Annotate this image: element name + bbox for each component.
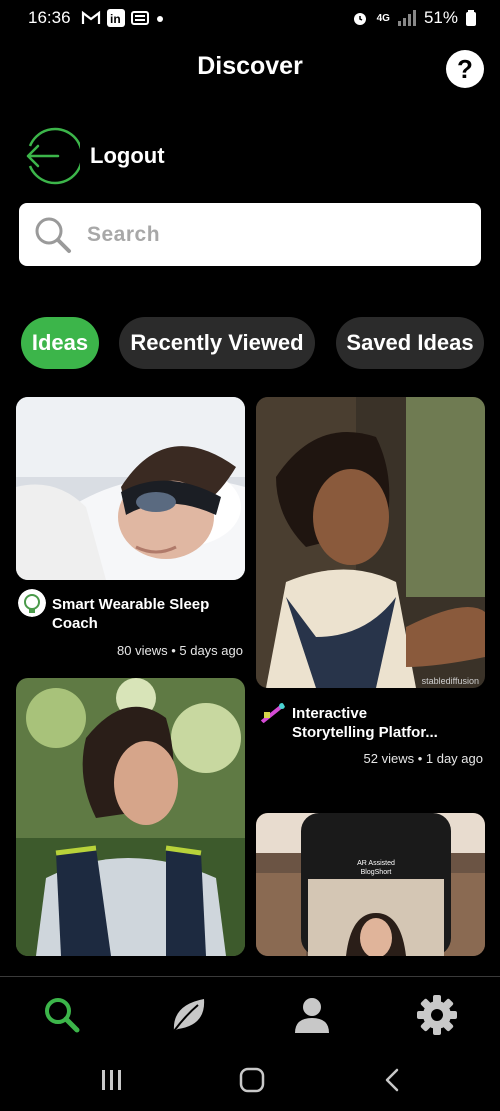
system-recents-button[interactable] bbox=[82, 1060, 142, 1100]
card-image-solar-vest[interactable] bbox=[16, 678, 245, 956]
status-right: 4G 51% bbox=[351, 8, 476, 28]
signal-icon bbox=[397, 10, 416, 26]
phone-screen-title: AR Assisted bbox=[357, 860, 395, 867]
status-time: 16:36 bbox=[28, 8, 71, 27]
leaf-icon bbox=[173, 999, 205, 1032]
card-title-line: Storytelling Platfor... bbox=[292, 724, 438, 741]
network-type: 4G bbox=[376, 12, 390, 24]
logout-button[interactable]: Logout bbox=[20, 126, 165, 186]
card-title-line: Smart Wearable Sleep bbox=[52, 596, 210, 613]
gmail-icon bbox=[81, 10, 101, 24]
card-image-storytelling[interactable]: stablediffusion bbox=[256, 397, 485, 688]
back-icon bbox=[385, 1068, 399, 1092]
search-icon bbox=[45, 998, 80, 1033]
avatar bbox=[18, 589, 46, 617]
alarm-icon bbox=[353, 13, 366, 25]
card-image-sleep-coach[interactable] bbox=[16, 397, 245, 580]
tab-ideas[interactable]: Ideas bbox=[21, 317, 99, 369]
card-stats: 80 views • 5 days ago bbox=[117, 643, 243, 658]
card-stats: 52 views • 1 day ago bbox=[363, 751, 483, 766]
search-input[interactable]: Search bbox=[19, 203, 481, 266]
help-button[interactable]: ? bbox=[446, 50, 484, 88]
system-back-button[interactable] bbox=[362, 1060, 422, 1100]
logout-icon bbox=[26, 127, 80, 185]
status-bar: 16:36 in 4G 51% bbox=[0, 0, 500, 36]
nav-search[interactable] bbox=[32, 990, 92, 1040]
bottom-nav-divider bbox=[0, 976, 500, 977]
search-placeholder: Search bbox=[87, 222, 161, 246]
svg-text:in: in bbox=[110, 12, 121, 26]
search-icon bbox=[35, 217, 71, 253]
tab-saved-ideas[interactable]: Saved Ideas bbox=[336, 317, 484, 369]
card-image-ar-phone[interactable]: AR Assisted BlogShort bbox=[256, 813, 485, 956]
notification-icons: in bbox=[81, 9, 165, 27]
tab-recently-viewed[interactable]: Recently Viewed bbox=[119, 317, 315, 369]
dot-icon bbox=[157, 16, 163, 22]
nav-settings[interactable] bbox=[407, 990, 467, 1040]
page-title: Discover bbox=[197, 52, 303, 80]
phone-screen-subtitle: BlogShort bbox=[361, 869, 392, 876]
mail-icon bbox=[131, 11, 149, 25]
card-title[interactable]: Smart Wearable Sleep Coach bbox=[52, 595, 242, 633]
recents-icon bbox=[102, 1070, 121, 1090]
avatar bbox=[258, 698, 286, 726]
linkedin-icon: in bbox=[107, 9, 125, 27]
battery-percent: 51% bbox=[423, 8, 458, 27]
nav-profile[interactable] bbox=[282, 990, 342, 1040]
logout-label: Logout bbox=[90, 143, 165, 168]
system-home-button[interactable] bbox=[222, 1060, 282, 1100]
gear-icon bbox=[417, 995, 457, 1035]
card-title[interactable]: Interactive Storytelling Platfor... bbox=[292, 704, 482, 742]
person-icon bbox=[295, 998, 329, 1033]
card-title-line: Coach bbox=[52, 615, 98, 632]
home-icon bbox=[239, 1067, 265, 1093]
nav-ideas[interactable] bbox=[158, 990, 218, 1040]
battery-icon bbox=[466, 10, 476, 26]
image-watermark: stablediffusion bbox=[421, 676, 479, 686]
card-title-line: Interactive bbox=[292, 705, 368, 722]
